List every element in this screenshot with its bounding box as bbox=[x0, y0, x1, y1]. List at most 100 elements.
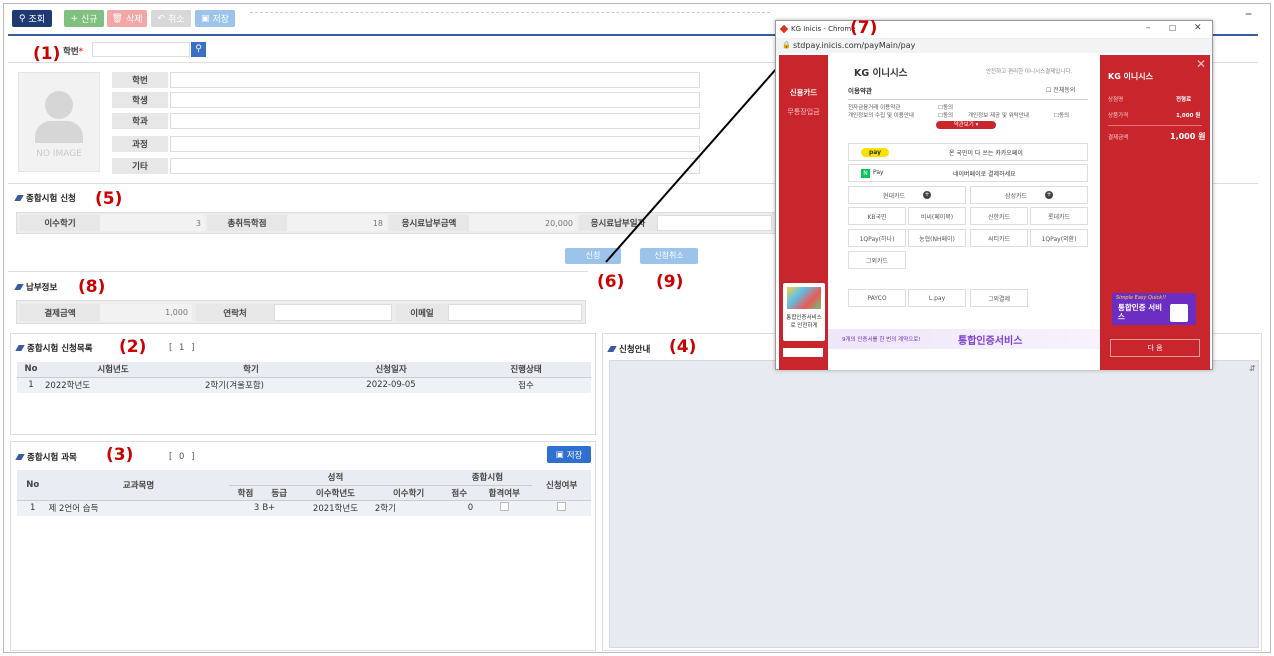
annotation-5: (5) bbox=[95, 189, 123, 209]
col-grade: 성적 bbox=[228, 470, 443, 486]
plus-icon: + bbox=[70, 13, 78, 24]
other-payment-button[interactable]: 그외결제 bbox=[970, 289, 1028, 307]
card-kb[interactable]: KB국민 bbox=[848, 207, 906, 225]
agree-all-checkbox[interactable]: ☐ 전체동의 bbox=[1046, 85, 1075, 94]
next-button[interactable]: 다 음 bbox=[1110, 339, 1200, 357]
cancel-button[interactable]: ↶ 취소 bbox=[151, 10, 191, 27]
delete-button[interactable]: 🗑 삭제 bbox=[107, 10, 147, 27]
naverpay-logo: Pay bbox=[873, 169, 884, 176]
promo-banner-title: 통합인증서비스 bbox=[958, 336, 1023, 347]
popup-close-button[interactable]: ✕ bbox=[1194, 23, 1202, 33]
save-icon: ▣ bbox=[555, 449, 564, 460]
col-status: 진행상태 bbox=[461, 362, 591, 378]
card-shinhan[interactable]: 신한카드 bbox=[970, 207, 1028, 225]
popup-minimize-button[interactable]: – bbox=[1146, 23, 1151, 33]
popup-brand: KG 이니시스 bbox=[854, 68, 908, 79]
cell-status: 접수 bbox=[518, 381, 534, 392]
avatar-head bbox=[45, 91, 73, 119]
kakaopay-text: 온 국민이 다 쓰는 카카오페이 bbox=[949, 150, 1023, 157]
cell-no: 1 bbox=[30, 503, 36, 514]
search-icon[interactable]: ⚲ bbox=[191, 42, 206, 57]
kakaopay-button[interactable]: pay 온 국민이 다 쓰는 카카오페이 bbox=[848, 143, 1088, 161]
payment-header: 납부정보 bbox=[14, 281, 57, 293]
card-other[interactable]: 그외카드 bbox=[848, 251, 906, 269]
search-button[interactable]: ⚲ 조회 bbox=[12, 10, 52, 27]
card-bc[interactable]: 비씨(페이북) bbox=[908, 207, 966, 225]
samsung-card-button[interactable]: 삼성카드 + bbox=[970, 186, 1088, 204]
semesters-label: 이수학기 bbox=[20, 215, 100, 231]
card-citi[interactable]: 씨티카드 bbox=[970, 229, 1028, 247]
apply-list-panel: 종합시험 신청목록 (2) [ 1 ] No 시험년도 학기 신청일자 진행상태… bbox=[10, 333, 596, 435]
qr-icon bbox=[1170, 304, 1188, 322]
close-icon[interactable]: ✕ bbox=[1196, 57, 1206, 71]
promo-banner[interactable]: 9개의 인증서를 한 번의 계약으로! 통합인증서비스 bbox=[828, 329, 1100, 349]
subjects-save-button[interactable]: ▣ 저장 bbox=[547, 446, 591, 463]
pencil-icon bbox=[15, 345, 25, 351]
terms-more-button[interactable]: 약관보기 ▾ bbox=[936, 121, 996, 129]
divider bbox=[848, 99, 1088, 100]
credits-label: 총취득학점 bbox=[207, 215, 287, 231]
term-2-agree[interactable]: ☐동의 bbox=[938, 111, 953, 119]
term-3-agree[interactable]: ☐동의 bbox=[1054, 111, 1069, 119]
cell-pass[interactable] bbox=[476, 500, 532, 516]
fee-label: 응시료납부금액 bbox=[389, 215, 469, 231]
lpay-button[interactable]: L.pay bbox=[908, 289, 966, 307]
email-input[interactable] bbox=[448, 304, 582, 321]
term-1-agree[interactable]: ☐동의 bbox=[938, 103, 953, 111]
student-id-label: 학번* bbox=[63, 47, 84, 57]
table-row[interactable]: 1 2022학년도 2학기(겨울포함) 2022-09-05 접수 bbox=[17, 377, 591, 393]
term-1: 전자금융거래 이용약관 bbox=[848, 105, 901, 111]
new-button[interactable]: + 신규 bbox=[64, 10, 104, 27]
cell-apply[interactable] bbox=[532, 500, 591, 516]
promo-right[interactable]: Simple Easy Quick!! 통합인증 서비스 bbox=[1112, 293, 1196, 325]
no-image-text: NO IMAGE bbox=[36, 149, 82, 159]
term-2: 개인정보의 수집 및 이용안내 bbox=[848, 113, 914, 119]
card-hana[interactable]: 1QPay(하나) bbox=[848, 229, 906, 247]
promo-banner-text: 9개의 인증서를 한 번의 계약으로! bbox=[842, 337, 921, 343]
naverpay-button[interactable]: N Pay 네이버페이로 결제하세요 bbox=[848, 164, 1088, 182]
right-brand: KG 이니시스 bbox=[1108, 72, 1153, 81]
promo-right-title: 통합인증 서비스 bbox=[1118, 303, 1163, 321]
col-date: 신청일자 bbox=[321, 362, 461, 378]
contact-input[interactable] bbox=[274, 304, 392, 321]
apply-list-count: [ 1 ] bbox=[169, 343, 197, 353]
student-photo: NO IMAGE bbox=[18, 72, 100, 172]
hyundai-card-button[interactable]: 현대카드 + bbox=[848, 186, 966, 204]
apply-checkbox[interactable] bbox=[557, 502, 567, 512]
card-lotte[interactable]: 롯데카드 bbox=[1030, 207, 1088, 225]
info-key-shop: 상점명 bbox=[1108, 97, 1124, 103]
menu-credit-card[interactable]: 신용카드 bbox=[779, 87, 828, 98]
card-nh[interactable]: 농협(NH페이) bbox=[908, 229, 966, 247]
semesters-value: 3 bbox=[100, 215, 205, 231]
avatar-body bbox=[35, 121, 83, 143]
popup-title: KG Inicis - Chrome bbox=[791, 25, 856, 33]
cell-date: 2022-09-05 bbox=[366, 380, 416, 391]
amount-value: 1,000 bbox=[100, 304, 192, 321]
language-flags[interactable] bbox=[783, 348, 823, 357]
card-kexim[interactable]: 1QPay(외환) bbox=[1030, 229, 1088, 247]
annotation-4: (4) bbox=[669, 337, 697, 357]
cell-credit: 3 bbox=[253, 503, 260, 514]
scroll-arrows-icon[interactable]: ⇵ bbox=[1249, 364, 1256, 373]
table-header-row: No 교과목명 성적 종합시험 신청여부 bbox=[17, 470, 591, 501]
cell-subject: 제 2언어 습득 bbox=[48, 504, 99, 515]
payco-button[interactable]: PAYCO bbox=[848, 289, 906, 307]
minimize-icon[interactable]: – bbox=[1245, 6, 1252, 22]
fee-value: 20,000 bbox=[469, 215, 577, 231]
pass-checkbox[interactable] bbox=[499, 502, 509, 512]
col-level: 등급 bbox=[262, 485, 297, 501]
info-label-student: 학생 bbox=[112, 92, 168, 108]
cell-term: 2학기 bbox=[374, 504, 396, 515]
info-label-course: 과정 bbox=[112, 136, 168, 152]
save-icon: ▣ bbox=[200, 13, 210, 24]
popup-maximize-button[interactable]: ☐ bbox=[1169, 24, 1176, 33]
divider bbox=[1108, 125, 1202, 126]
student-id-input[interactable] bbox=[92, 42, 190, 57]
pointer-arrow bbox=[605, 53, 790, 263]
save-button[interactable]: ▣ 저장 bbox=[195, 10, 235, 27]
menu-bank-transfer[interactable]: 무통장입금 bbox=[779, 107, 828, 117]
table-header-row: No 시험년도 학기 신청일자 진행상태 bbox=[17, 362, 591, 378]
table-row[interactable]: 1 제 2언어 습득 3 B+ 2021학년도 2학기 0 bbox=[17, 500, 591, 516]
guide-content bbox=[609, 360, 1259, 648]
amount-label: 결제금액 bbox=[20, 304, 100, 321]
